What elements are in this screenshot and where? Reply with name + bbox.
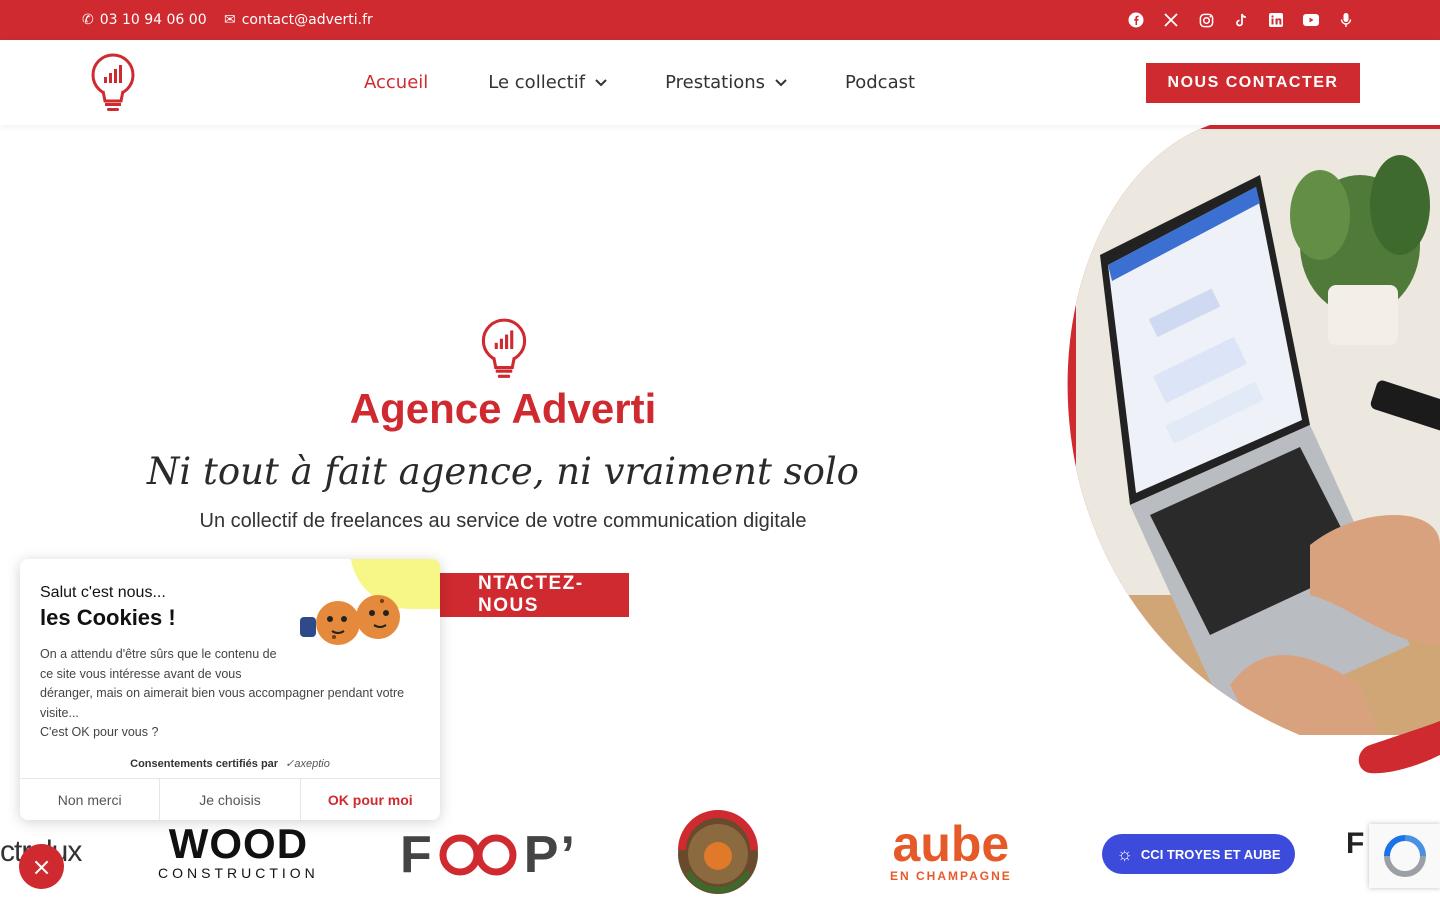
french-tech-logo: F bbox=[1346, 827, 1365, 860]
wood-logo-text: WOOD bbox=[168, 820, 309, 867]
cci-logo-text: CCI TROYES ET AUBE bbox=[1140, 846, 1281, 862]
close-cookie-button[interactable]: × bbox=[19, 844, 64, 889]
x-icon[interactable] bbox=[1163, 12, 1179, 28]
chevron-down-icon bbox=[775, 76, 787, 90]
wood-logo-subtext: CONSTRUCTION bbox=[158, 865, 319, 881]
phone-number: 03 10 94 06 00 bbox=[99, 12, 207, 28]
site-header: Accueil Le collectif Prestations Podcast… bbox=[0, 40, 1440, 125]
aube-logo-subtext: EN CHAMPAGNE bbox=[890, 869, 1012, 883]
youtube-icon[interactable] bbox=[1303, 12, 1319, 28]
nav-podcast[interactable]: Podcast bbox=[845, 72, 915, 93]
cookie-title: les Cookies ! bbox=[40, 605, 176, 630]
cci-icon: ☼ bbox=[1116, 843, 1133, 864]
email-link[interactable]: ✉ contact@adverti.fr bbox=[224, 0, 373, 40]
chevron-down-icon bbox=[595, 76, 607, 90]
instagram-icon[interactable] bbox=[1198, 12, 1214, 28]
envelope-icon: ✉ bbox=[224, 12, 236, 28]
cookie-body-line1: On a attendu d'être sûrs que le contenu … bbox=[40, 647, 277, 681]
nav-accueil-label: Accueil bbox=[364, 72, 429, 93]
recaptcha-badge[interactable] bbox=[1369, 824, 1440, 888]
nav-le-collectif-label: Le collectif bbox=[488, 72, 586, 93]
hero-logo bbox=[478, 316, 530, 382]
axeptio-logo[interactable]: ✓axeptio bbox=[285, 758, 330, 770]
recaptcha-icon bbox=[1383, 835, 1426, 877]
social-links bbox=[1128, 0, 1354, 40]
nav-accueil[interactable]: Accueil bbox=[364, 72, 428, 93]
nav-prestations[interactable]: Prestations bbox=[665, 72, 787, 93]
aube-logo-text: aube bbox=[892, 816, 1010, 872]
feep-logo-p: P’ bbox=[523, 826, 577, 884]
cookie-greeting: Salut c'est nous... bbox=[40, 584, 166, 601]
cci-troyes-logo: ☼ CCI TROYES ET AUBE bbox=[1102, 834, 1295, 874]
site-logo[interactable] bbox=[88, 51, 138, 115]
certification-label: Consentements certifiés par bbox=[130, 758, 279, 770]
phone-link[interactable]: ✆ 03 10 94 06 00 bbox=[82, 0, 207, 40]
cookie-consent-popup: Salut c'est nous... les Cookies ! On a a… bbox=[20, 559, 440, 820]
feep-logo-f: F bbox=[400, 826, 434, 884]
cookie-body-text: On a attendu d'être sûrs que le contenu … bbox=[40, 645, 425, 743]
linkedin-icon[interactable] bbox=[1268, 12, 1284, 28]
email-address: contact@adverti.fr bbox=[241, 12, 373, 28]
hero-tagline: Ni tout à fait agence, ni vraiment solo bbox=[147, 450, 859, 493]
nav-prestations-label: Prestations bbox=[665, 72, 766, 93]
top-bar: ✆ 03 10 94 06 00 ✉ contact@adverti.fr bbox=[0, 0, 1440, 40]
hero-title: Agence Adverti bbox=[349, 385, 657, 432]
cookie-body-line2: déranger, mais on aimerait bien vous acc… bbox=[40, 686, 405, 720]
aube-en-champagne-logo: aube EN CHAMPAGNE bbox=[890, 819, 1012, 883]
phone-icon: ✆ bbox=[82, 12, 94, 28]
cookie-body-line3: C'est OK pour vous ? bbox=[40, 725, 159, 739]
wood-construction-logo: WOOD CONSTRUCTION bbox=[158, 820, 319, 882]
contactez-nous-label: NTACTEZ-NOUS bbox=[478, 573, 584, 616]
je-choisis-button[interactable]: Je choisis bbox=[160, 779, 301, 820]
hero-subtitle: Un collectif de freelances au service de… bbox=[199, 510, 807, 532]
main-nav: Accueil Le collectif Prestations Podcast bbox=[364, 40, 915, 125]
hero-laptop-image bbox=[1060, 125, 1440, 785]
axeptio-label: axeptio bbox=[294, 758, 330, 770]
nav-le-collectif[interactable]: Le collectif bbox=[488, 72, 607, 93]
cookie-buttons: Non merci Je choisis OK pour moi bbox=[20, 778, 440, 820]
consent-certification: Consentements certifiés par ✓axeptio bbox=[20, 757, 440, 770]
tiktok-icon[interactable] bbox=[1233, 12, 1249, 28]
nav-podcast-label: Podcast bbox=[845, 72, 916, 93]
ok-pour-moi-button[interactable]: OK pour moi bbox=[301, 779, 440, 820]
non-merci-button[interactable]: Non merci bbox=[20, 779, 161, 820]
microphone-icon[interactable] bbox=[1338, 12, 1354, 28]
champagne-aventure-logo bbox=[672, 810, 764, 898]
nous-contacter-button[interactable]: NOUS CONTACTER bbox=[1146, 63, 1360, 103]
feep-logo: F P’ bbox=[400, 825, 577, 885]
facebook-icon[interactable] bbox=[1128, 12, 1144, 28]
